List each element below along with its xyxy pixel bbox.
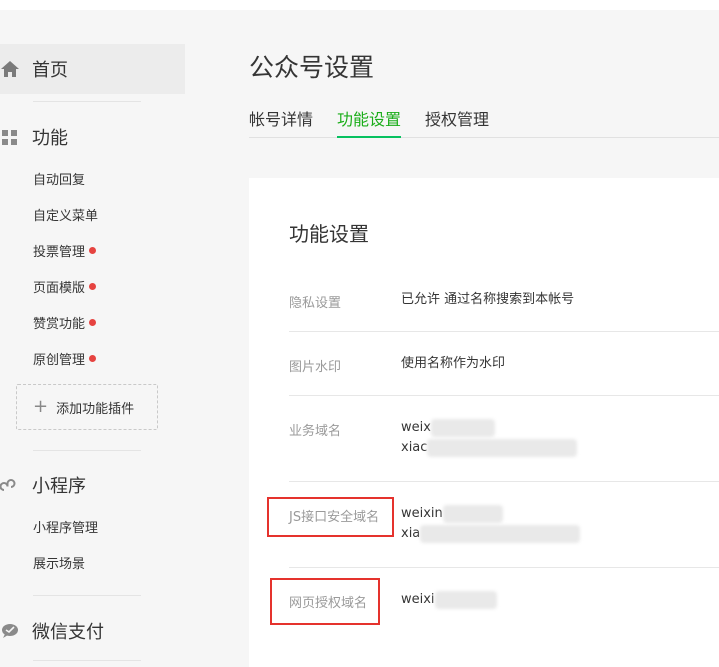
- domain-text: weixi: [401, 592, 435, 607]
- row-value: weixin xia: [401, 504, 581, 544]
- sidebar-item-scenes[interactable]: 展示场景: [33, 552, 85, 572]
- setting-row-watermark: 图片水印 使用名称作为水印: [289, 332, 719, 396]
- notification-dot: [89, 246, 97, 254]
- sidebar-item-label: 小程序管理: [33, 520, 99, 536]
- sidebar-item-label: 展示场景: [33, 556, 86, 572]
- sidebar-home-label: 首页: [32, 60, 68, 81]
- sidebar-pay-label: 微信支付: [32, 622, 104, 643]
- highlight-box-js-domain: [267, 497, 394, 537]
- row-value: weix xiac: [401, 418, 578, 458]
- sidebar-item-label: 自定义菜单: [33, 208, 99, 224]
- sidebar-item-reward[interactable]: 赞赏功能: [33, 312, 97, 332]
- row-value: weixi: [401, 590, 497, 610]
- tab-authorization[interactable]: 授权管理: [425, 106, 489, 138]
- notification-dot: [89, 318, 97, 326]
- domain-text: weix: [401, 420, 431, 435]
- wechat-pay-icon: [0, 621, 20, 641]
- row-label: 业务域名: [289, 424, 342, 439]
- tab-function-settings[interactable]: 功能设置: [337, 106, 402, 138]
- sidebar-item-miniprogram-manage[interactable]: 小程序管理: [33, 516, 98, 536]
- domain-text: xiac: [401, 440, 428, 455]
- setting-row-business-domain: 业务域名 weix xiac: [289, 396, 719, 482]
- notification-dot: [89, 354, 97, 362]
- page-title: 公众号设置: [249, 53, 375, 82]
- row-label: 图片水印: [289, 360, 342, 375]
- add-plugin-label: 添加功能插件: [56, 401, 135, 417]
- sidebar-item-custom-menu[interactable]: 自定义菜单: [33, 204, 98, 224]
- sidebar-item-page-template[interactable]: 页面模版: [33, 276, 97, 296]
- notification-dot: [89, 282, 97, 290]
- sidebar-section-miniprogram[interactable]: 小程序: [0, 472, 86, 498]
- sidebar-section-function[interactable]: 功能: [0, 124, 68, 150]
- redacted-mask: [442, 504, 503, 523]
- sidebar-item-label: 投票管理: [33, 244, 86, 260]
- domain-text: weixin: [401, 506, 443, 521]
- sidebar-item-label: 自动回复: [33, 172, 86, 188]
- setting-row-privacy: 隐私设置 已允许 通过名称搜索到本帐号: [289, 268, 719, 332]
- redacted-mask: [430, 418, 495, 437]
- plus-icon: +: [33, 396, 49, 417]
- row-value: 已允许 通过名称搜索到本帐号: [401, 292, 575, 307]
- card-title: 功能设置: [289, 222, 369, 246]
- sidebar-item-original[interactable]: 原创管理: [33, 348, 97, 368]
- sidebar-function-label: 功能: [32, 128, 68, 149]
- redacted-mask: [427, 438, 578, 457]
- row-label: 隐私设置: [289, 296, 342, 311]
- sidebar-item-home[interactable]: 首页: [0, 44, 185, 94]
- sidebar-section-pay[interactable]: 微信支付: [0, 618, 104, 644]
- domain-text: xia: [401, 526, 421, 541]
- sidebar-item-label: 赞赏功能: [33, 316, 86, 332]
- home-icon: [0, 59, 20, 79]
- tab-account-details[interactable]: 帐号详情: [249, 106, 313, 138]
- miniprogram-icon: [0, 475, 20, 495]
- redacted-mask: [434, 590, 497, 609]
- top-strip: [0, 0, 719, 10]
- sidebar-divider: [33, 595, 141, 596]
- tab-bar: 帐号详情 功能设置 授权管理: [249, 100, 719, 138]
- sidebar: 首页 功能 自动回复 自定义菜单 投票管理 页面模版 赞赏功能 原创管理 + 添…: [0, 10, 200, 667]
- row-value: 使用名称作为水印: [401, 356, 506, 371]
- sidebar-divider: [33, 450, 141, 451]
- sidebar-divider: [33, 660, 141, 661]
- sidebar-item-auto-reply[interactable]: 自动回复: [33, 168, 85, 188]
- sidebar-item-label: 原创管理: [33, 352, 86, 368]
- redacted-mask: [420, 524, 581, 543]
- highlight-box-oauth-domain: [270, 578, 380, 625]
- sidebar-miniprogram-label: 小程序: [32, 476, 86, 497]
- add-plugin-button[interactable]: + 添加功能插件: [16, 384, 158, 430]
- sidebar-item-vote[interactable]: 投票管理: [33, 240, 97, 260]
- sidebar-divider: [33, 101, 141, 102]
- grid-icon: [0, 127, 20, 147]
- sidebar-item-label: 页面模版: [33, 280, 86, 296]
